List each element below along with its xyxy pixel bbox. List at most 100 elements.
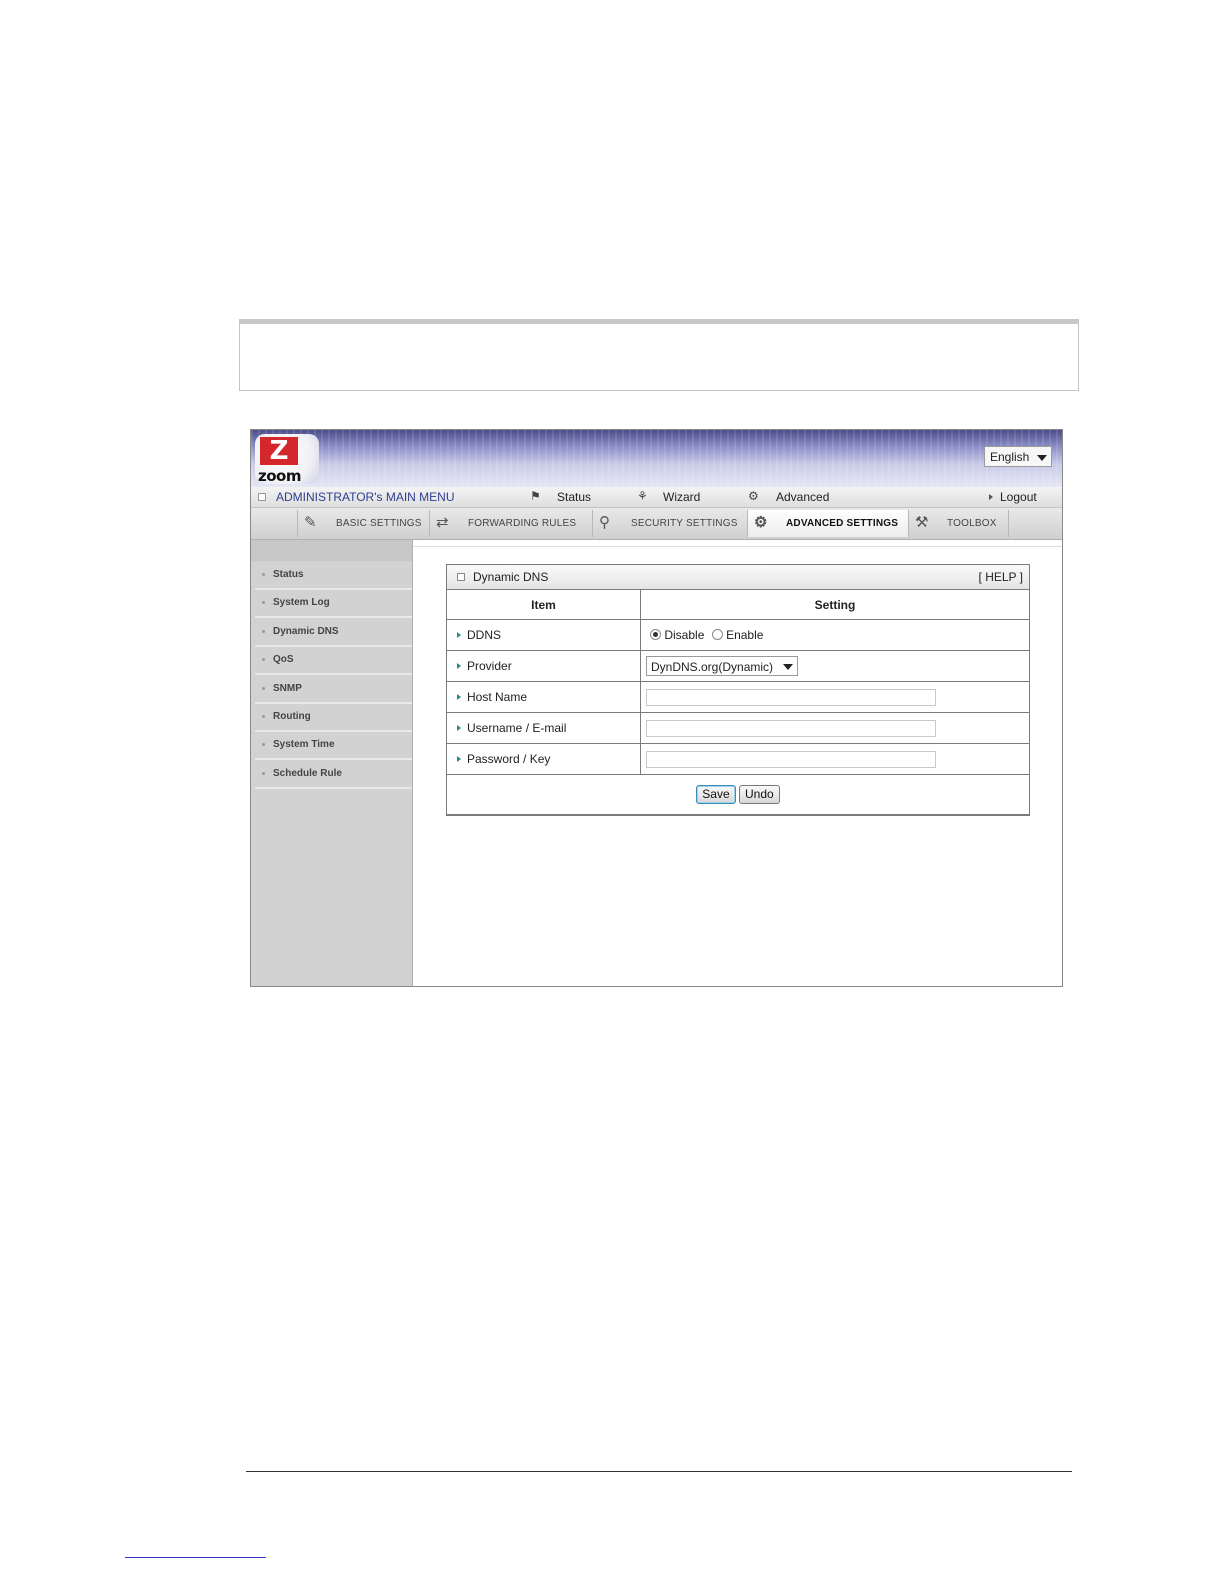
wizard-icon: ⚘ xyxy=(637,489,648,503)
row-label-cell: Host Name xyxy=(447,681,641,713)
ddns-disable-radio[interactable] xyxy=(650,629,661,640)
password-label: Password / Key xyxy=(467,752,551,766)
sidebar-item-label: Dynamic DNS xyxy=(273,626,339,637)
bullet-icon xyxy=(262,743,265,746)
sidebar-item-label: Routing xyxy=(273,711,311,722)
advanced-settings-icon: ⚙ xyxy=(754,514,768,531)
content-divider xyxy=(413,546,1062,547)
security-settings-icon: ⚲ xyxy=(599,514,610,531)
tab-label: BASIC SETTINGS xyxy=(336,518,422,529)
sidebar-item-label: System Time xyxy=(273,739,335,750)
ddns-disable-label: Disable xyxy=(664,628,705,642)
row-setting-cell: Disable Enable xyxy=(640,619,1029,651)
status-icon: ⚑ xyxy=(530,489,541,503)
tab-toolbox[interactable]: ⚒ TOOLBOX xyxy=(909,510,1009,537)
table-row-ddns: DDNS Disable Enable xyxy=(447,619,1029,651)
button-row: Save Undo xyxy=(447,774,1029,815)
host-name-label: Host Name xyxy=(467,690,528,704)
sidebar-item-snmp[interactable]: SNMP xyxy=(255,677,412,704)
chevron-down-icon xyxy=(783,664,793,670)
table-row-username: Username / E-mail xyxy=(447,712,1029,744)
row-label-cell: DDNS xyxy=(447,619,641,651)
help-link[interactable]: [ HELP ] xyxy=(979,570,1023,584)
ddns-label: DDNS xyxy=(467,628,502,642)
sidebar-item-status[interactable]: Status xyxy=(255,563,412,590)
language-select[interactable]: English xyxy=(984,446,1052,467)
banner: Z zoom English xyxy=(251,430,1062,487)
row-marker-icon xyxy=(457,632,461,638)
router-admin-screenshot: Z zoom English ADMINISTRATOR's MAIN MENU… xyxy=(250,429,1063,987)
save-button[interactable]: Save xyxy=(696,785,736,804)
panel-title: Dynamic DNS xyxy=(473,570,549,584)
settings-tab-bar: ✎ BASIC SETTINGS ⇄ FORWARDING RULES ⚲ SE… xyxy=(251,508,1062,540)
tab-label: ADVANCED SETTINGS xyxy=(786,518,899,529)
table-row-host-name: Host Name xyxy=(447,681,1029,713)
tab-label: TOOLBOX xyxy=(947,518,997,529)
table-row-provider: Provider DynDNS.org(Dynamic) xyxy=(447,650,1029,682)
menu-status-link[interactable]: Status xyxy=(557,490,591,504)
chevron-down-icon xyxy=(1037,455,1047,461)
row-setting-cell xyxy=(640,712,1029,744)
bullet-icon xyxy=(262,630,265,633)
row-label-cell: Provider xyxy=(447,650,641,682)
menu-logout-link[interactable]: Logout xyxy=(1000,490,1037,504)
footer-link-underline xyxy=(125,1557,266,1558)
host-name-input[interactable] xyxy=(646,688,936,706)
tab-basic-settings[interactable]: ✎ BASIC SETTINGS xyxy=(297,510,430,537)
square-bullet-icon xyxy=(258,493,266,501)
undo-button[interactable]: Undo xyxy=(739,785,780,804)
sidebar-item-qos[interactable]: QoS xyxy=(255,648,412,675)
toolbox-icon: ⚒ xyxy=(915,514,929,531)
row-label-cell: Password / Key xyxy=(447,743,641,775)
footer-rule xyxy=(246,1471,1072,1472)
username-input[interactable] xyxy=(646,719,936,737)
menu-title: ADMINISTRATOR's MAIN MENU xyxy=(276,490,455,504)
menu-wizard-link[interactable]: Wizard xyxy=(663,490,700,504)
settings-table: Item Setting DDNS Disable Enable Provide… xyxy=(447,590,1029,815)
provider-value: DynDNS.org(Dynamic) xyxy=(651,660,774,674)
row-marker-icon xyxy=(457,663,461,669)
ddns-enable-radio[interactable] xyxy=(711,629,723,640)
sidebar-item-label: SNMP xyxy=(273,683,302,694)
logo-text: zoom xyxy=(258,467,301,485)
menu-advanced-link[interactable]: Advanced xyxy=(776,490,829,504)
square-bullet-icon xyxy=(457,573,465,581)
password-input[interactable] xyxy=(646,750,936,768)
bullet-icon xyxy=(262,601,265,604)
bullet-icon xyxy=(262,772,265,775)
tab-label: SECURITY SETTINGS xyxy=(631,518,738,529)
tab-forwarding-rules[interactable]: ⇄ FORWARDING RULES xyxy=(430,510,593,537)
bullet-icon xyxy=(262,715,265,718)
username-label: Username / E-mail xyxy=(467,721,567,735)
sidebar-item-system-log[interactable]: System Log xyxy=(255,591,412,618)
sidebar-item-system-time[interactable]: System Time xyxy=(255,733,412,760)
column-header-setting: Setting xyxy=(640,590,1029,620)
sidebar-item-dynamic-dns[interactable]: Dynamic DNS xyxy=(255,620,412,647)
provider-select[interactable]: DynDNS.org(Dynamic) xyxy=(646,656,798,676)
row-marker-icon xyxy=(457,725,461,731)
tab-security-settings[interactable]: ⚲ SECURITY SETTINGS xyxy=(593,510,748,537)
zoom-logo: Z zoom xyxy=(255,434,319,485)
dynamic-dns-panel: Dynamic DNS [ HELP ] Item Setting DDNS D… xyxy=(446,564,1030,816)
sidebar-item-label: QoS xyxy=(273,654,294,665)
forwarding-rules-icon: ⇄ xyxy=(436,514,449,531)
row-setting-cell xyxy=(640,681,1029,713)
ddns-enable-label: Enable xyxy=(726,628,764,642)
tab-advanced-settings[interactable]: ⚙ ADVANCED SETTINGS xyxy=(748,510,909,537)
advanced-icon: ⚙ xyxy=(748,489,759,503)
sidebar-item-label: Schedule Rule xyxy=(273,768,342,779)
note-box xyxy=(239,319,1079,391)
main-content: Dynamic DNS [ HELP ] Item Setting DDNS D… xyxy=(413,540,1062,986)
sidebar-item-routing[interactable]: Routing xyxy=(255,705,412,732)
bullet-icon xyxy=(262,687,265,690)
logo-z-mark: Z xyxy=(260,437,298,465)
sidebar: Status System Log Dynamic DNS QoS SNMP R… xyxy=(251,540,413,986)
basic-settings-icon: ✎ xyxy=(304,514,317,531)
language-value: English xyxy=(990,450,1030,464)
sidebar-header xyxy=(251,540,412,561)
bullet-icon xyxy=(262,573,265,576)
sidebar-item-schedule-rule[interactable]: Schedule Rule xyxy=(255,762,412,789)
logout-arrow-icon xyxy=(989,494,993,500)
row-marker-icon xyxy=(457,694,461,700)
button-cell: Save Undo xyxy=(447,774,1029,815)
